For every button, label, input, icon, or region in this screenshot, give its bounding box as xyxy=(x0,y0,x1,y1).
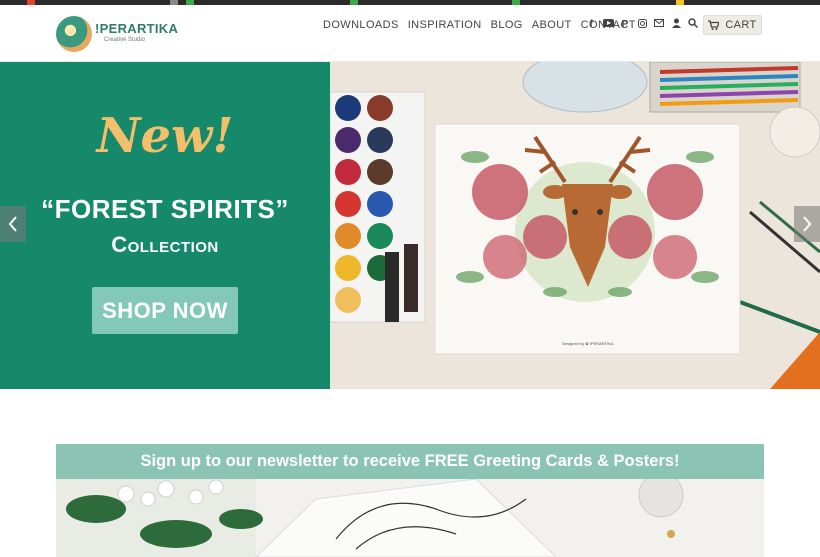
search-icon[interactable] xyxy=(688,18,699,31)
hero-slider: New! “FOREST SPIRITS” Collection SHOP NO… xyxy=(0,62,820,389)
site-header: !PERARTIKA Creative Studio DOWNLOADS INS… xyxy=(0,5,820,62)
hero-promo-panel: New! “FOREST SPIRITS” Collection SHOP NO… xyxy=(0,62,330,389)
shop-now-button[interactable]: SHOP NOW xyxy=(92,287,238,334)
logo-icon[interactable] xyxy=(56,16,92,52)
nav-item-blog[interactable]: BLOG xyxy=(491,19,523,31)
cart-icon xyxy=(708,20,720,30)
slider-next-button[interactable] xyxy=(794,206,820,242)
nav-item-inspiration[interactable]: INSPIRATION xyxy=(408,19,482,31)
logo-text[interactable]: !PERARTIKA xyxy=(95,21,178,36)
artwork-caption: Designed by ✿ IPERARTIKA xyxy=(562,341,614,346)
cart-label: CART xyxy=(725,19,757,31)
user-icon[interactable] xyxy=(671,18,681,31)
hero-subtitle: Collection xyxy=(111,232,219,257)
cart-button[interactable]: CART xyxy=(703,15,762,35)
newsletter-image xyxy=(56,479,764,557)
facebook-icon[interactable]: f xyxy=(586,19,596,30)
hero-title: “FOREST SPIRITS” xyxy=(41,194,289,224)
newsletter-text: Sign up to our newsletter to receive FRE… xyxy=(140,452,680,470)
social-icons: f P xyxy=(586,18,699,31)
chevron-right-icon xyxy=(803,216,812,232)
instagram-icon[interactable] xyxy=(637,18,647,31)
pinterest-icon[interactable]: P xyxy=(620,19,630,30)
logo-subtitle: Creative Studio xyxy=(104,37,146,43)
newsletter-signup-banner[interactable]: Sign up to our newsletter to receive FRE… xyxy=(56,444,764,479)
nav-item-about[interactable]: ABOUT xyxy=(532,19,572,31)
youtube-icon[interactable] xyxy=(603,19,614,30)
hero-headline: New! xyxy=(96,108,234,164)
slider-prev-button[interactable] xyxy=(0,206,26,242)
chevron-left-icon xyxy=(8,216,17,232)
email-icon[interactable] xyxy=(654,19,664,30)
nav-item-downloads[interactable]: DOWNLOADS xyxy=(323,19,399,31)
hero-artwork-image: Designed by ✿ IPERARTIKA xyxy=(330,62,820,389)
